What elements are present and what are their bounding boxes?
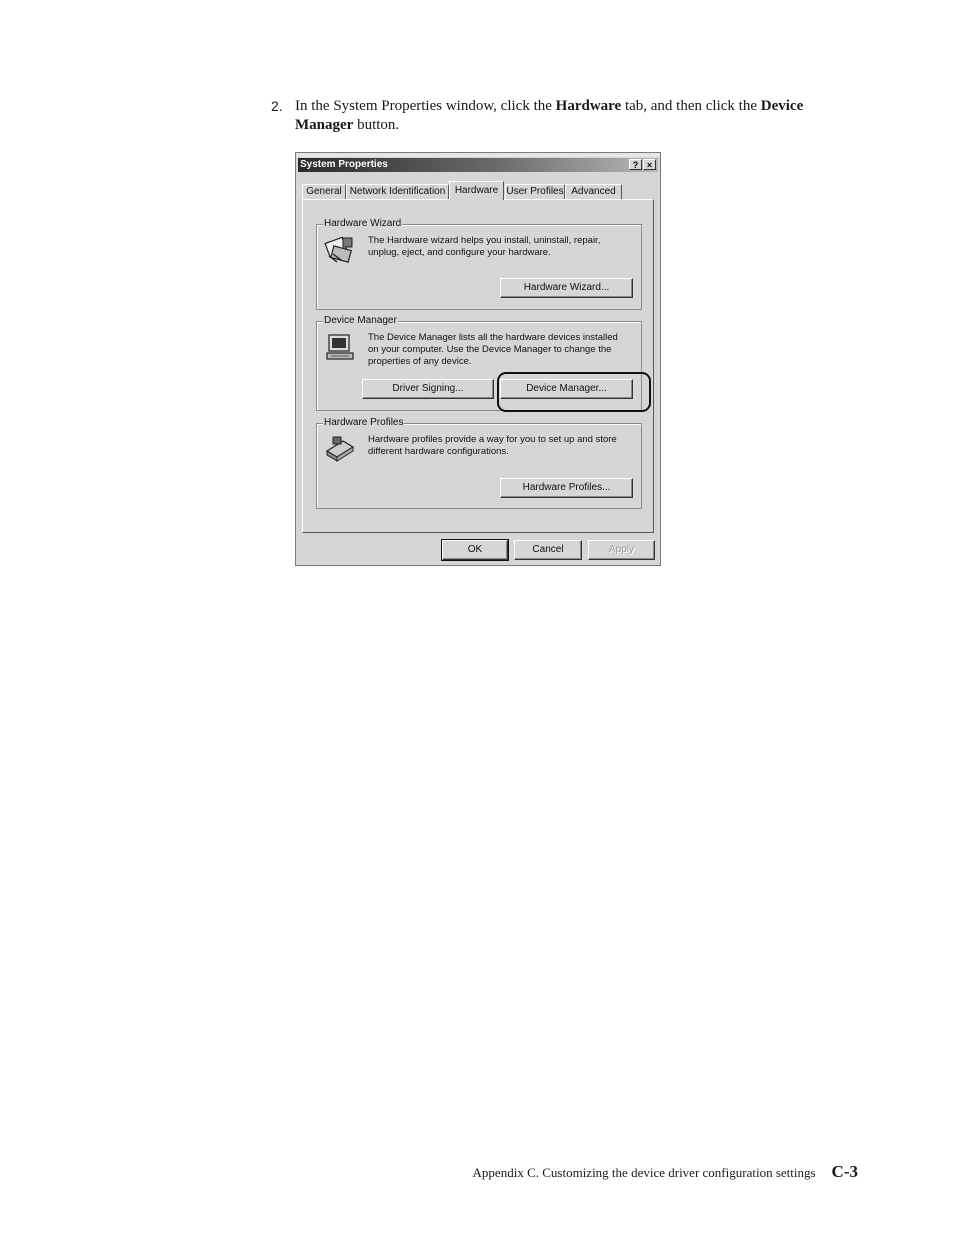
ok-button[interactable]: OK [441,539,509,561]
hardware-tab-panel: Hardware Wizard The Hardware wizard help… [302,199,654,533]
hardware-wizard-description: The Hardware wizard helps you install, u… [368,235,601,258]
step-text-mid: tab, and then click the [621,98,761,114]
tab-hardware[interactable]: Hardware [449,181,504,200]
step-number: 2. [271,98,283,114]
computer-icon [326,334,354,360]
tab-general[interactable]: General [302,184,346,199]
page-number: C-3 [831,1162,858,1181]
hardware-profiles-group: Hardware Profiles Hardware profiles prov… [316,417,642,509]
dialog-title: System Properties [300,159,388,170]
step-text: In the System Properties window, click t… [295,97,836,135]
close-button[interactable]: × [643,159,656,170]
hardware-profiles-icon [325,436,355,462]
hardware-wizard-group: Hardware Wizard The Hardware wizard help… [316,218,642,310]
hardware-wizard-label: Hardware Wizard [323,218,403,230]
cancel-button[interactable]: Cancel [514,540,582,560]
background-window-strip [296,153,660,157]
help-button[interactable]: ? [629,159,642,170]
hardware-profiles-description: Hardware profiles provide a way for you … [368,434,617,457]
footer-text: Appendix C. Customizing the device drive… [472,1165,816,1180]
driver-signing-button[interactable]: Driver Signing... [362,379,494,399]
instruction-step: 2. In the System Properties window, clic… [271,97,836,135]
device-manager-description: The Device Manager lists all the hardwar… [368,332,618,367]
title-bar: System Properties ? × [298,158,658,172]
apply-button[interactable]: Apply [588,540,655,560]
device-manager-callout [497,372,651,412]
hardware-wizard-icon [324,236,353,263]
hardware-wizard-button[interactable]: Hardware Wizard... [500,278,633,298]
page-footer: Appendix C. Customizing the device drive… [473,1162,858,1182]
device-manager-label: Device Manager [323,315,398,327]
step-text-before: In the System Properties window, click t… [295,98,556,114]
system-properties-dialog: System Properties ? × General Network Id… [295,152,661,566]
step-bold-hardware: Hardware [555,98,622,114]
tab-user-profiles[interactable]: User Profiles [505,184,565,199]
tab-advanced[interactable]: Advanced [565,184,622,199]
step-text-after: button. [353,117,400,133]
tab-network-identification[interactable]: Network Identification [346,184,449,199]
hardware-profiles-button[interactable]: Hardware Profiles... [500,478,633,498]
hardware-profiles-label: Hardware Profiles [323,417,405,429]
